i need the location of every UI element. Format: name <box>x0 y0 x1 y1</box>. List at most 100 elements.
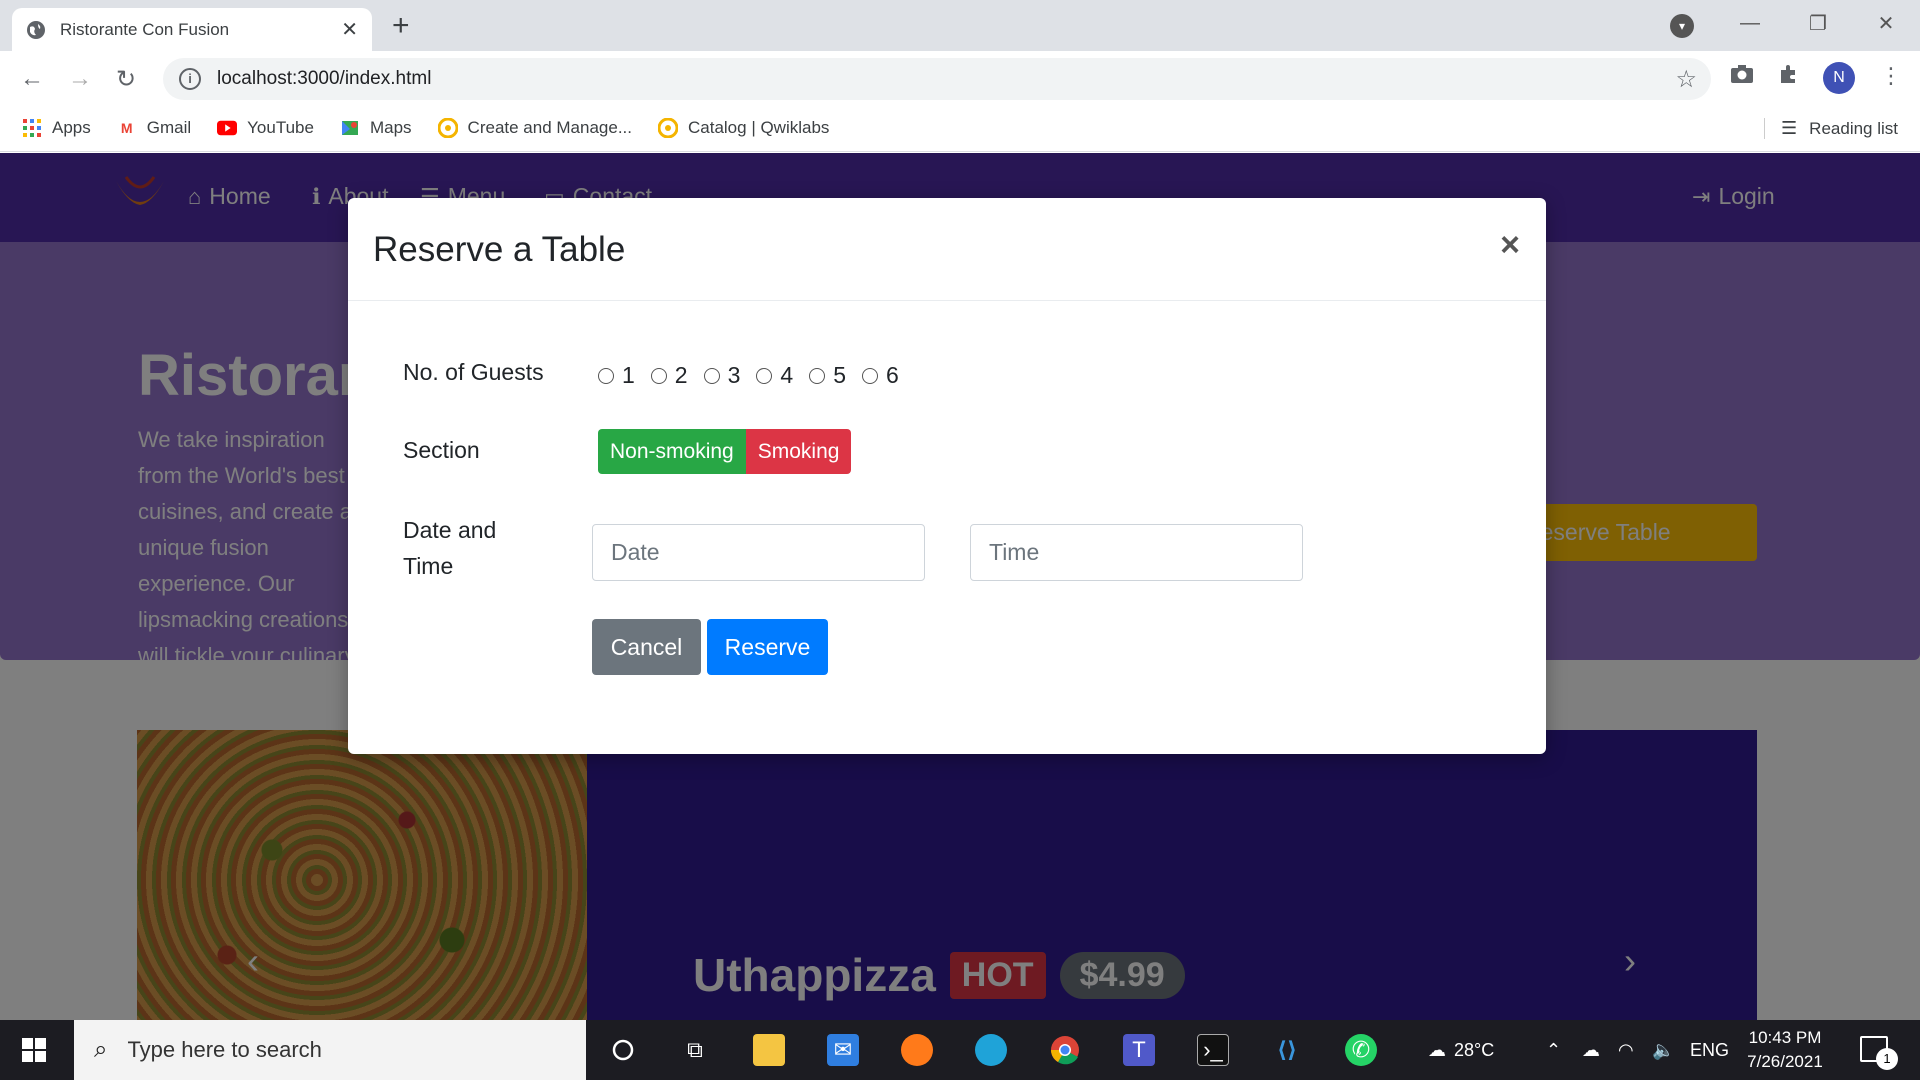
volume-icon[interactable]: 🔈 <box>1652 1020 1674 1080</box>
reload-icon[interactable]: ↻ <box>116 65 136 94</box>
date-input[interactable]: Date <box>592 524 925 581</box>
apps-grid-icon <box>22 118 42 138</box>
reserve-table-modal: Reserve a Table × No. of Guests 1 2 3 4 … <box>348 198 1546 754</box>
site-info-icon[interactable]: i <box>179 68 201 90</box>
radio-label: 2 <box>674 362 688 388</box>
bookmark-label: Apps <box>52 118 91 137</box>
radio-label: 5 <box>833 362 846 388</box>
weather-temperature: 28°C <box>1454 1039 1495 1060</box>
whatsapp-icon[interactable]: ✆ <box>1345 1034 1377 1066</box>
show-hidden-icons[interactable]: ⌃ <box>1546 1020 1561 1080</box>
more-menu-icon[interactable]: ⋮ <box>1880 63 1902 89</box>
guest-radio-2[interactable]: 2 <box>650 362 688 389</box>
datetime-label-line1: Date and <box>403 517 497 543</box>
guest-radio-6[interactable]: 6 <box>861 362 899 389</box>
file-explorer-icon[interactable] <box>753 1034 785 1066</box>
bookmark-gmail[interactable]: M Gmail <box>117 118 191 138</box>
firefox-icon[interactable] <box>901 1034 933 1066</box>
cortana-icon[interactable] <box>607 1034 639 1066</box>
url-text[interactable]: localhost:3000/index.html <box>217 68 1675 90</box>
browser-tab[interactable]: Ristorante Con Fusion ✕ <box>12 8 372 51</box>
maps-icon <box>340 118 360 138</box>
forward-icon[interactable]: → <box>68 65 92 93</box>
radio-label: 6 <box>885 362 899 388</box>
guests-label: No. of Guests <box>403 359 544 385</box>
tab-strip: Ristorante Con Fusion ✕ + ▾ — ❐ ✕ <box>0 0 1920 51</box>
new-tab-button[interactable]: + <box>392 9 410 43</box>
gmail-icon: M <box>120 120 133 136</box>
extensions-icon[interactable] <box>1778 63 1800 91</box>
datetime-label: Date and Time <box>403 512 496 584</box>
edge-icon[interactable] <box>975 1034 1007 1066</box>
task-view-icon[interactable]: ⧉ <box>679 1034 711 1066</box>
clock-date: 7/26/2021 <box>1747 1052 1823 1071</box>
reserve-button[interactable]: Reserve <box>707 619 828 675</box>
bookmark-maps[interactable]: Maps <box>340 118 412 138</box>
guest-radio-3[interactable]: 3 <box>703 362 741 389</box>
radio-circle[interactable] <box>861 367 878 384</box>
tab-title: Ristorante Con Fusion <box>60 19 230 39</box>
clock-time: 10:43 PM <box>1748 1028 1822 1047</box>
globe-icon <box>26 20 46 40</box>
smoking-button[interactable]: Smoking <box>745 429 852 474</box>
notification-count-badge: 1 <box>1876 1048 1898 1070</box>
bookmark-apps[interactable]: Apps <box>22 118 91 138</box>
profile-avatar[interactable]: N <box>1823 62 1855 94</box>
bookmark-youtube[interactable]: YouTube <box>217 118 314 138</box>
bookmark-create-manage[interactable]: Create and Manage... <box>437 118 632 138</box>
youtube-icon <box>217 118 238 138</box>
radio-circle[interactable] <box>598 367 614 384</box>
guests-radio-group: 1 2 3 4 5 6 <box>598 362 915 389</box>
weather-icon: ☁ <box>1428 1039 1446 1060</box>
windows-taskbar: ⌕ Type here to search ⧉ ✉ T ›_ ⟨⟩ ✆ ☁ 28… <box>0 1020 1920 1080</box>
guest-radio-5[interactable]: 5 <box>809 362 846 389</box>
weather-widget[interactable]: ☁ 28°C <box>1428 1020 1494 1080</box>
teams-icon[interactable]: T <box>1123 1034 1155 1066</box>
onedrive-icon[interactable]: ☁ <box>1582 1020 1600 1080</box>
vscode-icon[interactable]: ⟨⟩ <box>1271 1034 1303 1066</box>
back-icon[interactable]: ← <box>20 65 44 93</box>
search-icon: ⌕ <box>94 1036 108 1063</box>
minimize-icon[interactable]: — <box>1716 12 1784 35</box>
radio-label: 4 <box>780 362 794 388</box>
modal-title: Reserve a Table <box>373 230 626 269</box>
reading-list-button[interactable]: ☰ Reading list <box>1764 105 1898 152</box>
radio-circle[interactable] <box>756 367 773 384</box>
taskbar-clock[interactable]: 10:43 PM 7/26/2021 <box>1730 1026 1840 1074</box>
language-indicator[interactable]: ENG <box>1690 1020 1729 1080</box>
radio-circle[interactable] <box>703 367 720 384</box>
reading-list-label: Reading list <box>1809 118 1898 138</box>
restore-icon[interactable]: ❐ <box>1784 11 1852 36</box>
qwiklabs-icon <box>437 118 458 138</box>
camera-icon[interactable] <box>1730 63 1754 91</box>
radio-label: 1 <box>622 362 635 388</box>
cancel-button[interactable]: Cancel <box>592 619 701 675</box>
bookmarks-bar: Apps M Gmail YouTube Maps Create and Man… <box>0 105 1920 152</box>
chrome-icon[interactable] <box>1049 1034 1081 1066</box>
radio-circle[interactable] <box>650 367 667 384</box>
address-bar[interactable]: i localhost:3000/index.html ☆ <box>163 58 1711 100</box>
taskbar-search-placeholder: Type here to search <box>127 1037 322 1062</box>
taskbar-search[interactable]: ⌕ Type here to search <box>74 1020 586 1080</box>
bookmark-catalog[interactable]: Catalog | Qwiklabs <box>658 118 829 138</box>
qwiklabs-icon <box>658 118 678 138</box>
radio-circle[interactable] <box>809 367 826 384</box>
wifi-icon[interactable]: ◠ <box>1618 1020 1634 1080</box>
radio-label: 3 <box>727 362 741 388</box>
time-input[interactable]: Time <box>970 524 1303 581</box>
windows-start-icon[interactable] <box>22 1038 46 1062</box>
bookmark-star-icon[interactable]: ☆ <box>1675 65 1697 94</box>
close-icon[interactable]: × <box>1500 226 1520 265</box>
guest-radio-4[interactable]: 4 <box>756 362 793 389</box>
close-window-icon[interactable]: ✕ <box>1852 11 1920 36</box>
reading-list-icon: ☰ <box>1764 118 1797 139</box>
non-smoking-button[interactable]: Non-smoking <box>598 429 746 474</box>
section-button-group: Non-smoking Smoking <box>598 429 852 474</box>
tab-close-icon[interactable]: ✕ <box>341 17 358 42</box>
guest-radio-1[interactable]: 1 <box>598 362 635 389</box>
window-controls: — ❐ ✕ <box>1716 0 1920 46</box>
terminal-icon[interactable]: ›_ <box>1197 1034 1229 1066</box>
tab-search-icon[interactable]: ▾ <box>1670 14 1694 38</box>
mail-icon[interactable]: ✉ <box>827 1034 859 1066</box>
modal-header: Reserve a Table × <box>348 198 1546 301</box>
